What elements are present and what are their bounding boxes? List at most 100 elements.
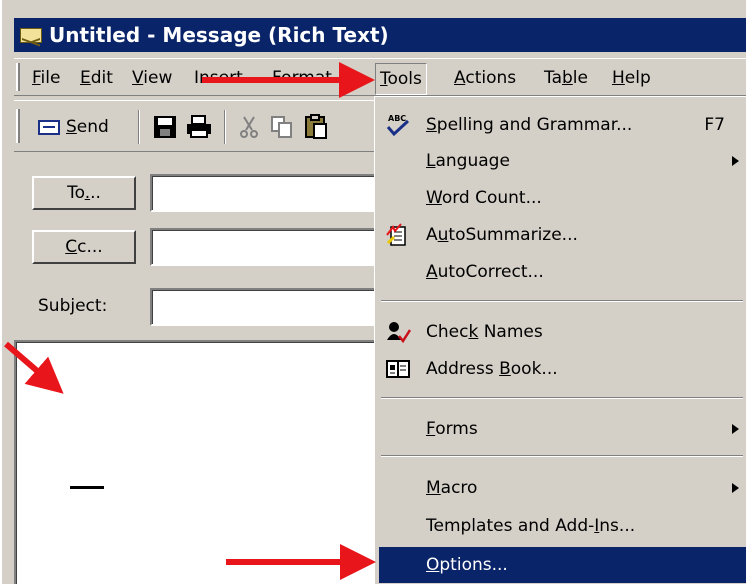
menu-view[interactable]: View	[128, 66, 176, 90]
addressbook-label-pre: Address	[426, 359, 500, 379]
toolbar-grip-handle[interactable]	[16, 109, 20, 143]
menu-item-address-book[interactable]: Address Book...	[379, 351, 746, 387]
paste-button[interactable]	[304, 110, 328, 144]
paste-icon	[305, 114, 327, 139]
menu-separator	[381, 300, 743, 302]
wordcount-label: ord Count...	[441, 188, 542, 208]
wordcount-mnemonic: W	[426, 188, 442, 208]
subject-label: Subject:	[38, 296, 107, 316]
autosummarize-label-pre: A	[426, 225, 438, 245]
menu-actions-mnemonic: A	[454, 68, 466, 88]
outlook-message-window: Untitled - Message (Rich Text) File Edit…	[0, 0, 746, 584]
cut-icon	[240, 116, 258, 138]
submenu-arrow-icon	[732, 424, 739, 434]
menubar-grip-handle[interactable]	[16, 63, 20, 91]
menu-help-label: elp	[624, 68, 651, 88]
menu-edit-label: dit	[90, 68, 113, 88]
spelling-shortcut: F7	[704, 115, 725, 135]
send-button[interactable]: Send	[38, 110, 109, 144]
to-button[interactable]: To...	[32, 176, 136, 210]
menu-table[interactable]: Table	[540, 66, 592, 90]
menu-edit[interactable]: Edit	[76, 66, 117, 90]
svg-text:ABC: ABC	[388, 114, 406, 123]
menu-view-label: iew	[143, 68, 173, 88]
address-book-icon	[385, 357, 411, 381]
subject-label-pre: Sub	[38, 296, 71, 316]
autocorrect-mnemonic: A	[426, 262, 438, 282]
subject-label-rest: ect:	[75, 296, 108, 316]
menu-item-check-names[interactable]: Check Names	[379, 314, 746, 350]
send-icon	[38, 119, 60, 135]
language-label: anguage	[435, 151, 510, 171]
print-button[interactable]	[186, 110, 212, 144]
menu-item-macro[interactable]: Macro	[379, 470, 746, 506]
cc-button-mnemonic: C	[65, 237, 78, 257]
menu-item-word-count[interactable]: Word Count...	[379, 180, 746, 216]
to-button-ellipsis: ..	[90, 183, 101, 203]
menu-tools-label: ools	[387, 69, 422, 89]
menu-separator	[381, 455, 743, 457]
menu-bar: File Edit View Insert Format Tools Actio…	[14, 58, 746, 96]
save-icon	[154, 116, 176, 138]
tools-dropdown-menu: ABC Spelling and Grammar... F7 Language …	[374, 96, 746, 584]
menu-tools-mnemonic: T	[380, 69, 388, 89]
menu-table-mnemonic: b	[562, 68, 573, 88]
menu-insert-label: Insert	[194, 68, 243, 88]
copy-icon	[271, 116, 292, 138]
menu-tools[interactable]: Tools	[375, 63, 427, 95]
menu-help[interactable]: Help	[608, 66, 655, 90]
options-mnemonic: O	[426, 555, 440, 575]
cc-button-label: c...	[77, 237, 103, 257]
templates-label-pre: Templates and Add-	[426, 516, 595, 536]
addressbook-mnemonic: B	[499, 359, 511, 379]
menu-file-label: ile	[40, 68, 61, 88]
menu-item-templates-and-add-ins[interactable]: Templates and Add-Ins...	[379, 508, 746, 544]
copy-button[interactable]	[270, 110, 294, 144]
autocorrect-label: utoCorrect...	[437, 262, 544, 282]
forms-label: orms	[435, 419, 478, 439]
cc-button[interactable]: Cc...	[32, 230, 136, 264]
macro-mnemonic: M	[426, 478, 441, 498]
menu-item-autosummarize[interactable]: AutoSummarize...	[379, 217, 746, 253]
menu-item-options[interactable]: Options...	[379, 547, 746, 583]
menu-file-mnemonic: F	[32, 68, 41, 88]
menu-insert[interactable]: Insert	[190, 66, 247, 90]
templates-label: ns...	[599, 516, 636, 536]
menu-edit-mnemonic: E	[80, 68, 91, 88]
toolbar-separator	[138, 110, 140, 144]
toolbar-separator	[224, 110, 226, 144]
autosummarize-label: toSummarize...	[448, 225, 578, 245]
send-mnemonic: S	[66, 117, 77, 137]
menu-item-language[interactable]: Language	[379, 143, 746, 179]
menu-item-autocorrect[interactable]: AutoCorrect...	[379, 254, 746, 290]
menu-help-mnemonic: H	[612, 68, 625, 88]
check-names-icon	[385, 320, 412, 344]
autosummarize-mnemonic: u	[437, 225, 449, 245]
menu-item-forms[interactable]: Forms	[379, 411, 746, 447]
cut-button[interactable]	[238, 110, 260, 144]
forms-mnemonic: F	[426, 419, 436, 439]
spelling-label: pelling and Grammar...	[436, 115, 633, 135]
checknames-label: Names	[478, 322, 543, 342]
window-title: Untitled - Message (Rich Text)	[49, 23, 389, 47]
menu-item-spelling-and-grammar[interactable]: ABC Spelling and Grammar... F7	[379, 107, 746, 143]
checknames-mnemonic: k	[468, 322, 479, 342]
submenu-arrow-icon	[732, 156, 739, 166]
macro-label: acro	[440, 478, 478, 498]
menu-file[interactable]: File	[28, 66, 64, 90]
menu-format-label: Format	[272, 68, 332, 88]
menu-format[interactable]: Format	[268, 66, 336, 90]
spelling-mnemonic: S	[426, 115, 437, 135]
menu-actions[interactable]: Actions	[450, 66, 520, 90]
checknames-label-pre: Chec	[426, 322, 469, 342]
menu-separator	[381, 397, 743, 399]
envelope-icon	[20, 27, 42, 43]
menu-table-pre: Ta	[544, 68, 562, 88]
save-button[interactable]	[154, 110, 176, 144]
menu-actions-label: ctions	[465, 68, 517, 88]
print-icon	[187, 115, 211, 138]
menu-table-label: le	[572, 68, 588, 88]
text-cursor	[70, 486, 104, 489]
submenu-arrow-icon	[732, 483, 739, 493]
options-label: ptions...	[439, 555, 508, 575]
